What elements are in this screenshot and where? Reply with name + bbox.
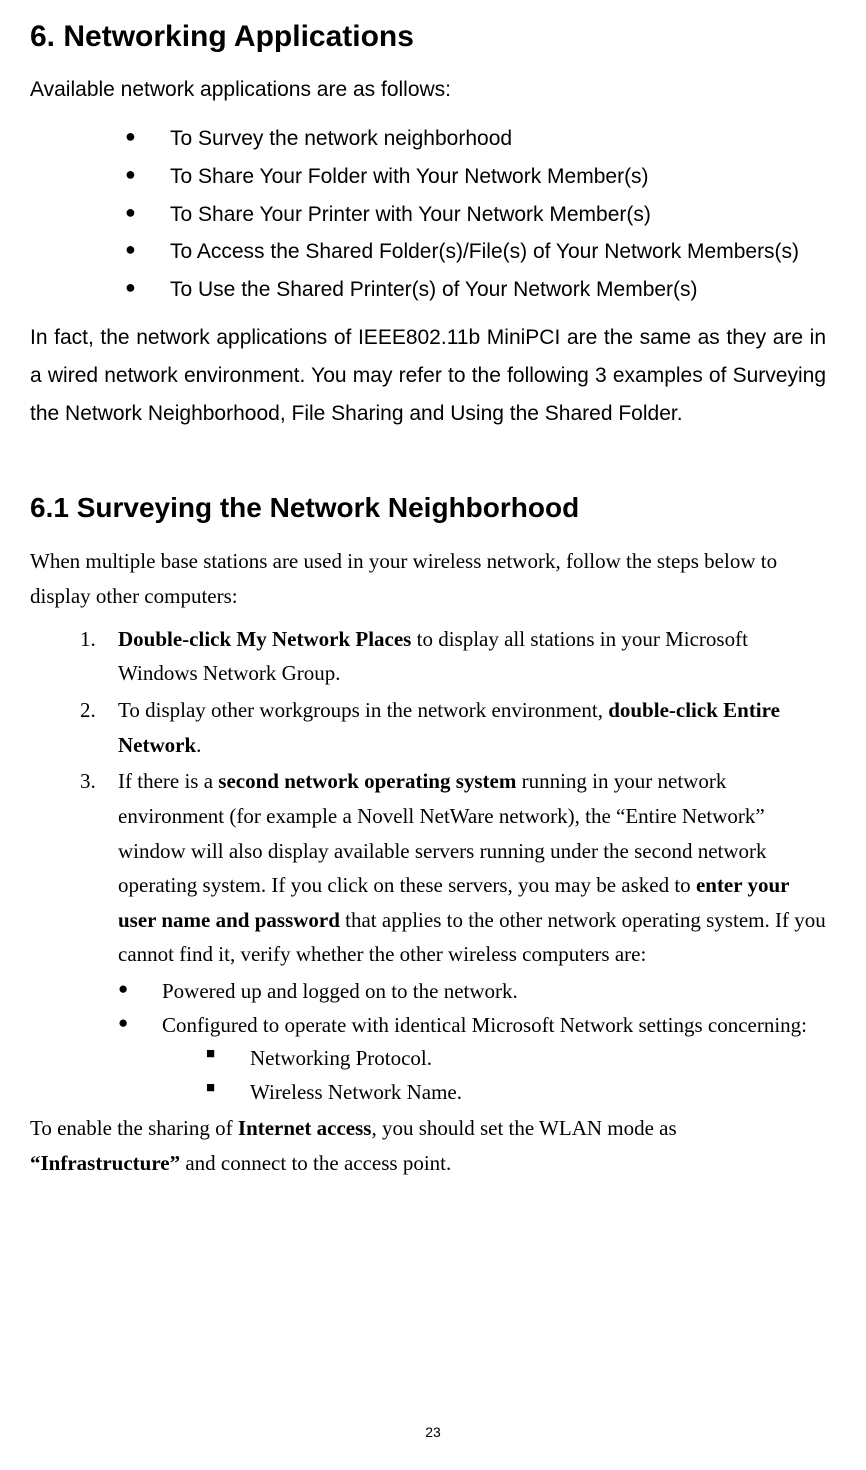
list-item: To Access the Shared Folder(s)/File(s) o… <box>125 233 826 271</box>
list-item: Wireless Network Name. <box>206 1076 826 1110</box>
list-item: To Survey the network neighborhood <box>125 120 826 158</box>
section-heading: 6. Networking Applications <box>30 20 826 54</box>
list-item: To Use the Shared Printer(s) of Your Net… <box>125 271 826 309</box>
step-item: If there is a second network operating s… <box>80 764 826 1109</box>
list-item: To Share Your Folder with Your Network M… <box>125 158 826 196</box>
body-paragraph: In fact, the network applications of IEE… <box>30 319 826 432</box>
inner-square-list: Networking Protocol. Wireless Network Na… <box>206 1042 826 1109</box>
step-text: If there is a <box>118 769 218 793</box>
inner-bullet-list: Powered up and logged on to the network.… <box>118 975 826 1109</box>
text-segment: To enable the sharing of <box>30 1116 238 1140</box>
feature-bullet-list: To Survey the network neighborhood To Sh… <box>125 120 826 309</box>
bold-text: Internet access <box>238 1116 372 1140</box>
list-item: Networking Protocol. <box>206 1042 826 1076</box>
subsection-intro: When multiple base stations are used in … <box>30 544 826 613</box>
closing-paragraph: To enable the sharing of Internet access… <box>30 1111 826 1180</box>
step-text: . <box>196 733 201 757</box>
list-item: Powered up and logged on to the network. <box>118 975 826 1009</box>
page-number: 23 <box>425 1424 441 1440</box>
text-segment: , you should set the WLAN mode as <box>371 1116 676 1140</box>
step-item: To display other workgroups in the netwo… <box>80 693 826 762</box>
step-item: Double-click My Network Places to displa… <box>80 622 826 691</box>
bold-text: second network operating system <box>218 769 516 793</box>
step-text: To display other workgroups in the netwo… <box>118 698 608 722</box>
list-item: To Share Your Printer with Your Network … <box>125 196 826 234</box>
bold-text: “Infrastructure” <box>30 1151 180 1175</box>
bold-text: Double-click My Network Places <box>118 627 411 651</box>
list-text: Configured to operate with identical Mic… <box>162 1013 807 1037</box>
intro-paragraph: Available network applications are as fo… <box>30 78 826 102</box>
text-segment: and connect to the access point. <box>180 1151 451 1175</box>
subsection-heading: 6.1 Surveying the Network Neighborhood <box>30 492 826 524</box>
numbered-steps: Double-click My Network Places to displa… <box>80 622 826 1110</box>
list-item: Configured to operate with identical Mic… <box>118 1009 826 1110</box>
